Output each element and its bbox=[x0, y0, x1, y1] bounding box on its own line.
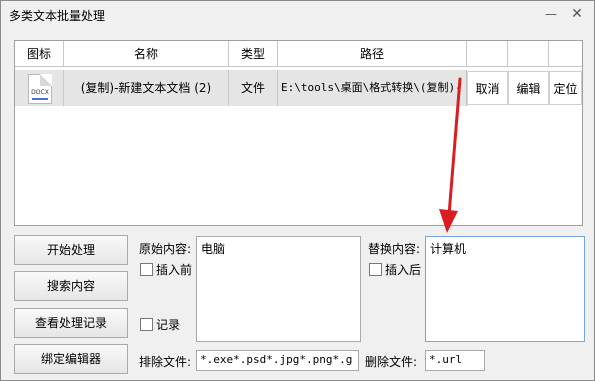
cancel-row-button[interactable]: 取消 bbox=[467, 71, 508, 105]
window-title: 多类文本批量处理 bbox=[9, 9, 106, 23]
document-fold-icon bbox=[40, 74, 52, 86]
exclude-files-input[interactable]: *.exe*.psd*.jpg*.png*.g bbox=[196, 350, 359, 371]
document-brand-bar bbox=[32, 98, 48, 100]
table-row-icon-cell: DOCX bbox=[15, 70, 64, 106]
record-label: 记录 bbox=[156, 318, 181, 332]
column-header-action-2 bbox=[508, 41, 549, 67]
search-content-button[interactable]: 搜索内容 bbox=[14, 271, 128, 301]
original-content-textarea[interactable]: 电脑 bbox=[196, 236, 361, 342]
table-row-name: (复制)-新建文本文档 (2) bbox=[64, 70, 229, 106]
insert-before-checkbox[interactable] bbox=[140, 263, 153, 276]
app-window: 多类文本批量处理 — ✕ 图标 名称 类型 路径 DOCX (复制)-新建文本文… bbox=[0, 0, 595, 381]
file-table: 图标 名称 类型 路径 DOCX (复制)-新建文本文档 (2) 文件 E:\t… bbox=[14, 40, 583, 226]
replace-content-label: 替换内容: bbox=[368, 242, 421, 256]
exclude-files-label: 排除文件: bbox=[139, 355, 192, 369]
view-history-button[interactable]: 查看处理记录 bbox=[14, 308, 128, 338]
delete-files-label: 删除文件: bbox=[365, 355, 418, 369]
replace-content-value: 计算机 bbox=[430, 242, 467, 256]
original-content-label: 原始内容: bbox=[139, 242, 192, 256]
locate-row-button[interactable]: 定位 bbox=[549, 71, 582, 105]
table-row-path: E:\tools\桌面\格式转换\(复制)- bbox=[278, 70, 467, 106]
column-header-action-1 bbox=[467, 41, 508, 67]
bind-editor-button[interactable]: 绑定编辑器 bbox=[14, 344, 128, 374]
insert-after-checkbox[interactable] bbox=[369, 263, 382, 276]
insert-before-label: 插入前 bbox=[156, 263, 193, 277]
column-header-action-3 bbox=[549, 41, 582, 67]
table-row-type: 文件 bbox=[229, 70, 278, 106]
insert-after-label: 插入后 bbox=[385, 263, 422, 277]
edit-row-button[interactable]: 编辑 bbox=[508, 71, 549, 105]
close-button[interactable]: ✕ bbox=[569, 6, 585, 22]
start-processing-button[interactable]: 开始处理 bbox=[14, 235, 128, 265]
delete-files-input[interactable]: *.url bbox=[425, 350, 485, 371]
title-bar: 多类文本批量处理 — ✕ bbox=[1, 1, 594, 29]
column-header-path: 路径 bbox=[278, 41, 467, 67]
column-header-type: 类型 bbox=[229, 41, 278, 67]
word-document-icon: DOCX bbox=[28, 74, 52, 104]
replace-content-textarea[interactable]: 计算机 bbox=[425, 236, 585, 342]
original-content-value: 电脑 bbox=[201, 242, 226, 256]
record-checkbox[interactable] bbox=[140, 318, 153, 331]
document-type-label: DOCX bbox=[31, 89, 49, 96]
column-header-name: 名称 bbox=[64, 41, 229, 67]
minimize-button[interactable]: — bbox=[543, 6, 559, 22]
column-header-icon: 图标 bbox=[15, 41, 64, 67]
